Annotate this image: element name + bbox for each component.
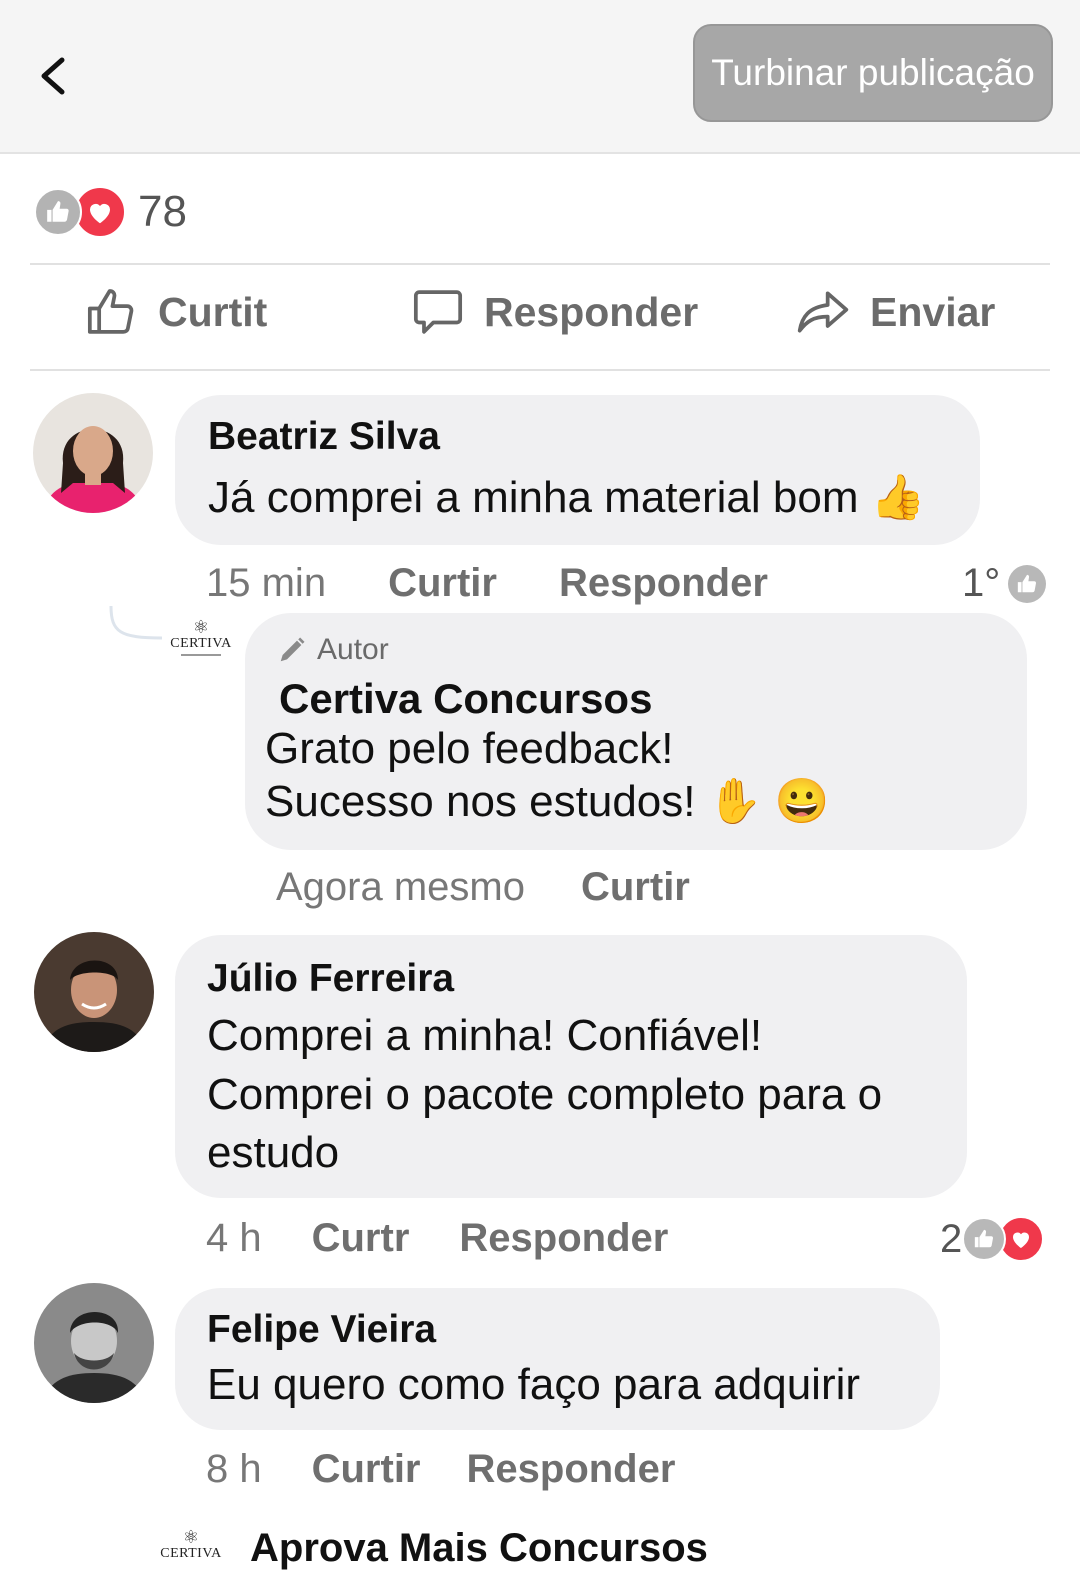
reply-like-button[interactable]: Curtir bbox=[581, 865, 690, 910]
author-tag-label: Autor bbox=[317, 633, 389, 666]
like-reaction-icon bbox=[962, 1217, 1007, 1261]
comment-reply-button[interactable]: Responder bbox=[559, 561, 768, 606]
reaction-summary[interactable]: 78 bbox=[34, 186, 187, 238]
comment-meta: 8 h Curtir Responder bbox=[206, 1447, 737, 1492]
reaction-count: 78 bbox=[138, 187, 187, 236]
like-reaction-icon bbox=[1008, 564, 1047, 603]
comment-text-line2: Comprei o pacote completo para o bbox=[207, 1069, 883, 1119]
comment-bubble[interactable]: Júlio Ferreira Comprei a minha! Confiáve… bbox=[175, 935, 967, 1198]
comment-like-button[interactable]: Curtir bbox=[388, 561, 497, 606]
author-tag: Autor bbox=[277, 633, 1027, 667]
comment-meta: 15 min Curtir Responder bbox=[206, 561, 830, 606]
comment-like-button[interactable]: Curtir bbox=[312, 1447, 421, 1492]
top-bar: Turbinar publicação bbox=[0, 0, 1080, 154]
like-reaction-icon bbox=[34, 188, 82, 236]
comment-time: 8 h bbox=[206, 1447, 262, 1491]
logo-text: CERTIVA bbox=[170, 636, 232, 651]
comment-reply-button[interactable]: Responder bbox=[467, 1447, 676, 1492]
divider bbox=[30, 369, 1050, 371]
post-action-bar: Curtit Responder Enviar bbox=[0, 266, 1080, 370]
comment-text-line3: estudo bbox=[207, 1128, 340, 1178]
reply-button[interactable]: Responder bbox=[410, 284, 698, 340]
share-label: Enviar bbox=[870, 288, 996, 335]
like-label: Curtit bbox=[158, 288, 268, 335]
logo-text: CERTIVA bbox=[160, 1546, 222, 1561]
comment-bubble[interactable]: Felipe Vieira Eu quero como faço para ad… bbox=[175, 1288, 940, 1430]
comment-author[interactable]: Beatriz Silva bbox=[208, 415, 980, 459]
comment-author[interactable]: Felipe Vieira bbox=[207, 1308, 940, 1352]
boost-post-button[interactable]: Turbinar publicação bbox=[693, 24, 1053, 122]
comment-badge: 1° bbox=[962, 561, 1047, 606]
reply-text-line2: Sucesso nos estudos! ✋ 😀 bbox=[265, 776, 830, 826]
comment-icon bbox=[413, 290, 463, 334]
reply-time: Agora mesmo bbox=[276, 865, 525, 909]
reply-bubble[interactable]: Autor Certiva Concursos Grato pelo feedb… bbox=[245, 613, 1027, 850]
avatar-julio[interactable] bbox=[34, 932, 154, 1052]
like-button[interactable]: Curtit bbox=[84, 284, 267, 340]
comment-reaction-count: 2 bbox=[940, 1216, 963, 1261]
comment-meta: 4 h Curtr Responder bbox=[206, 1216, 730, 1261]
reply-label: Responder bbox=[484, 288, 699, 335]
share-button[interactable]: Enviar bbox=[794, 284, 995, 340]
thumbs-up-icon bbox=[87, 289, 134, 334]
reply-text-line1: Grato pelo feedback! bbox=[265, 724, 674, 773]
pencil-icon bbox=[280, 637, 305, 662]
chevron-left-icon[interactable] bbox=[34, 54, 74, 98]
comment-like-button[interactable]: Curtr bbox=[312, 1216, 410, 1261]
reply-thread-line bbox=[109, 606, 163, 640]
certiva-logo[interactable]: ⚛ CERTIVA bbox=[166, 618, 236, 656]
comment-author[interactable]: Aprova Mais Concursos bbox=[250, 1526, 708, 1571]
share-arrow-icon bbox=[797, 291, 849, 333]
reply-author[interactable]: Certiva Concursos bbox=[279, 675, 1027, 723]
aprova-logo[interactable]: ⚛ CERTIVA bbox=[156, 1528, 226, 1562]
divider bbox=[30, 263, 1050, 265]
reply-meta: Agora mesmo Curtir bbox=[276, 865, 752, 910]
comment-text-line1: Comprei a minha! Confiável! bbox=[207, 1011, 763, 1060]
comment-text: Eu quero como faço para adquirir bbox=[207, 1360, 861, 1409]
avatar-beatriz[interactable] bbox=[33, 393, 153, 513]
comment-reactions[interactable]: 2 bbox=[940, 1216, 1045, 1262]
comment-reply-button[interactable]: Responder bbox=[459, 1216, 668, 1261]
avatar-felipe[interactable] bbox=[34, 1283, 154, 1403]
comment-time: 15 min bbox=[206, 561, 327, 605]
rank-badge: 1° bbox=[962, 561, 1001, 605]
comment-time: 4 h bbox=[206, 1216, 262, 1260]
comment-author[interactable]: Júlio Ferreira bbox=[207, 957, 967, 1001]
comment-text: Já comprei a minha material bom 👍 bbox=[208, 473, 926, 522]
comment-bubble[interactable]: Beatriz Silva Já comprei a minha materia… bbox=[175, 395, 980, 545]
